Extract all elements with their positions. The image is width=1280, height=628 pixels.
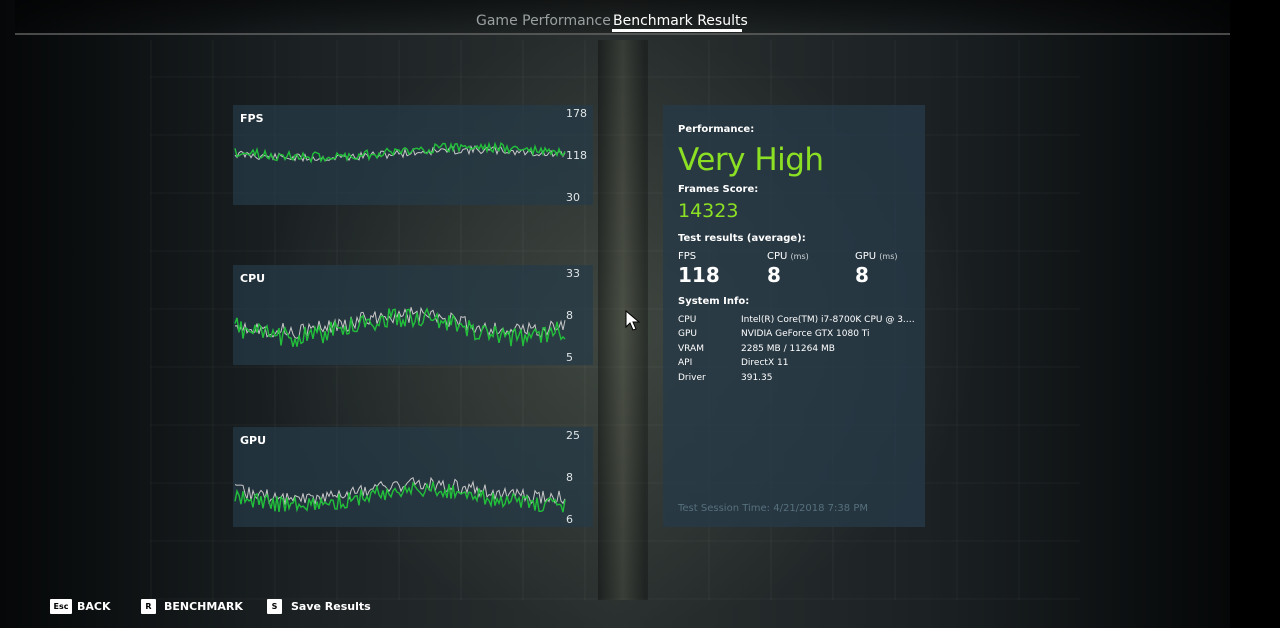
benchmark-button[interactable]: BENCHMARK xyxy=(164,599,243,614)
cpu-tick-bottom: 5 xyxy=(566,351,573,364)
background-scene xyxy=(0,0,1230,628)
save-results-button[interactable]: Save Results xyxy=(291,599,371,614)
gpu-graph-panel: GPU 25 8 6 xyxy=(233,427,593,527)
mouse-cursor-icon xyxy=(625,310,641,331)
gpu-tick-top: 25 xyxy=(566,429,580,442)
fps-graph-title: FPS xyxy=(240,112,264,125)
fps-tick-top: 178 xyxy=(566,107,587,120)
test-results-label: Test results (average): xyxy=(678,233,806,244)
gpu-graph-title: GPU xyxy=(240,434,267,447)
fps-series-green xyxy=(234,141,566,164)
metric-fps-name: FPS xyxy=(678,251,697,262)
active-tab-indicator xyxy=(612,29,742,32)
metric-cpu-name: CPU (ms) xyxy=(767,251,809,262)
metric-gpu-name: GPU (ms) xyxy=(855,251,898,262)
metric-fps-value: 118 xyxy=(678,263,720,287)
back-key-icon: Esc xyxy=(50,599,72,614)
frames-score-label: Frames Score: xyxy=(678,184,759,195)
fps-tick-bottom: 30 xyxy=(566,191,580,204)
fps-tick-mid: 118 xyxy=(566,149,587,162)
fps-graph-panel: FPS 178 118 30 xyxy=(233,105,593,205)
fps-graph xyxy=(234,141,566,164)
benchmark-key-icon: R xyxy=(141,599,156,614)
test-session-time: Test Session Time: 4/21/2018 7:38 PM xyxy=(678,503,868,514)
save-key-icon: S xyxy=(267,599,282,614)
cpu-tick-mid: 8 xyxy=(566,309,573,322)
cpu-graph-title: CPU xyxy=(240,272,266,285)
gpu-series-green xyxy=(234,481,566,513)
gpu-tick-bottom: 6 xyxy=(566,513,573,526)
tab-game-performance[interactable]: Game Performance xyxy=(476,12,611,30)
gpu-tick-mid: 8 xyxy=(566,471,573,484)
back-button[interactable]: BACK xyxy=(77,599,111,614)
cpu-graph-panel: CPU 33 8 5 xyxy=(233,265,593,365)
performance-value: Very High xyxy=(678,142,824,178)
metric-gpu-value: 8 xyxy=(855,263,869,287)
frames-score-value: 14323 xyxy=(678,200,739,222)
gpu-series-white xyxy=(234,476,566,505)
cpu-graph xyxy=(234,306,566,347)
tab-benchmark-results[interactable]: Benchmark Results xyxy=(613,12,748,30)
gpu-graph xyxy=(234,476,566,513)
metric-cpu-value: 8 xyxy=(767,263,781,287)
benchmark-results-panel: Performance: Very High Frames Score: 143… xyxy=(663,105,925,527)
system-info-label: System Info: xyxy=(678,296,750,307)
cpu-tick-top: 33 xyxy=(566,267,580,280)
performance-label: Performance: xyxy=(678,124,755,135)
